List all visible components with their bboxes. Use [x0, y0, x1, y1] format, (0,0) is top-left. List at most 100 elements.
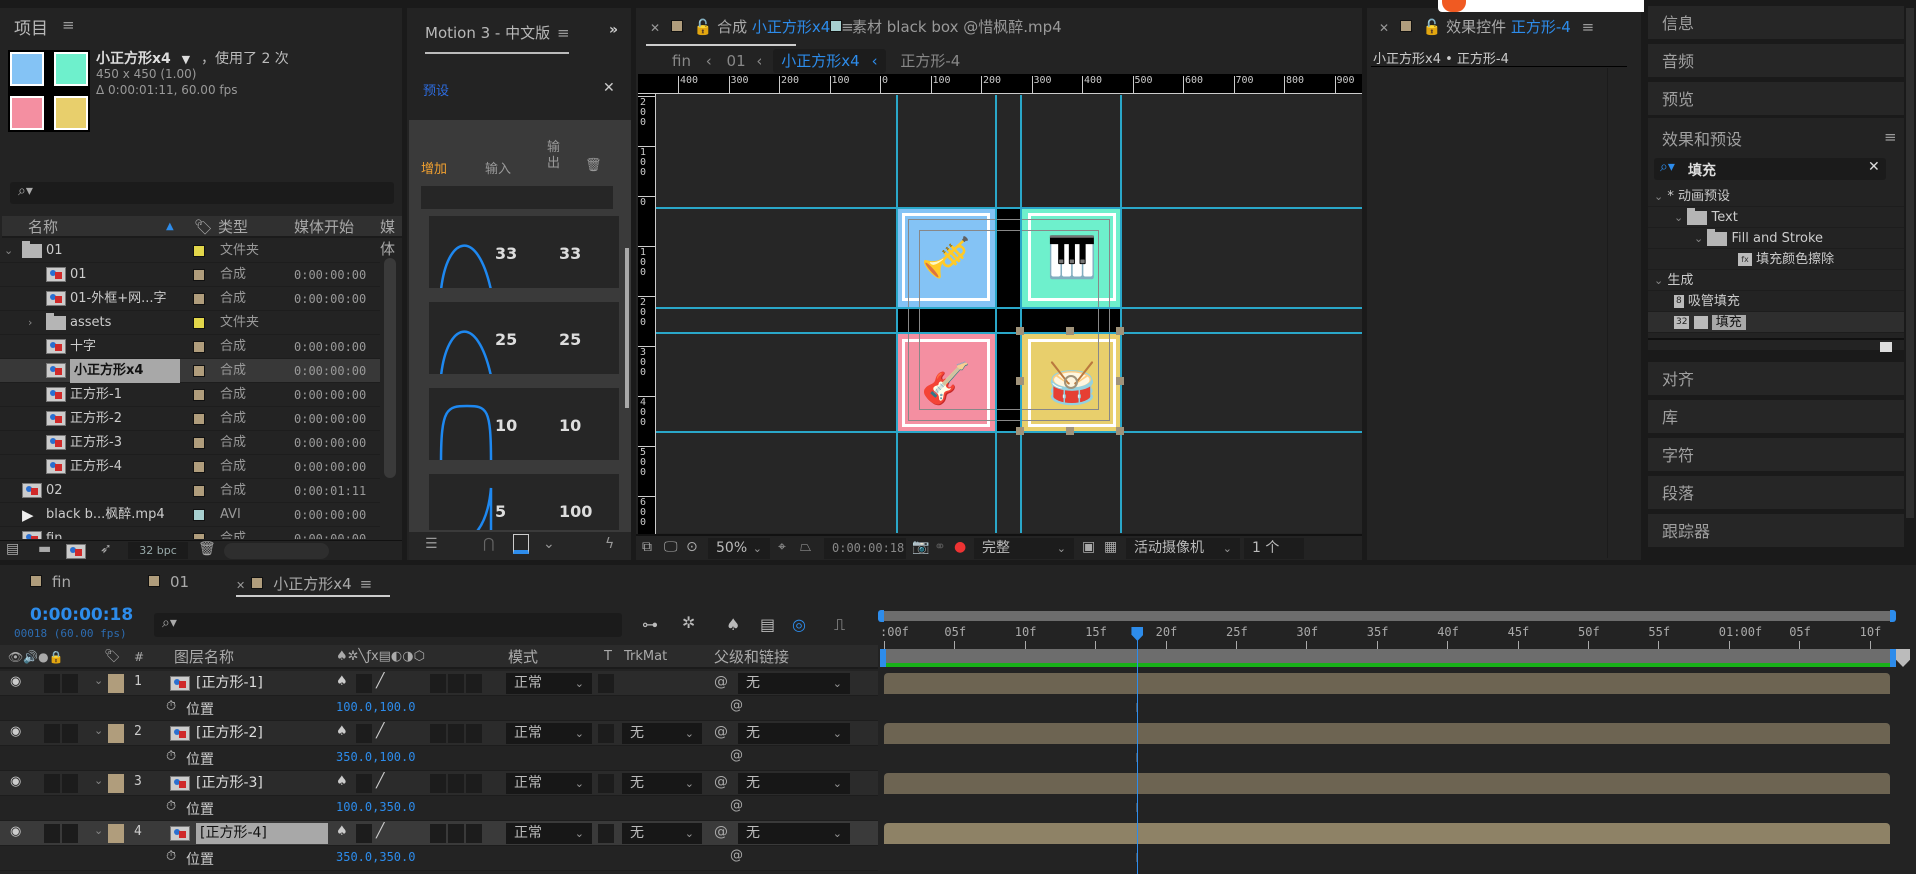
panel-character[interactable]: 字符	[1648, 438, 1904, 474]
quality-switch-icon[interactable]: ╱	[376, 673, 384, 689]
close-tab-icon[interactable]: ✕	[236, 579, 245, 592]
label-tag-icon[interactable]: 🏷	[194, 216, 213, 238]
preset-card-partial[interactable]	[421, 186, 613, 209]
collapse-switch[interactable]	[356, 674, 372, 693]
new-folder-icon[interactable]: ▬	[38, 541, 51, 557]
add-preset-button[interactable]: 增加	[421, 158, 447, 177]
preset-card[interactable]: 10 10	[429, 388, 619, 460]
parent-dropdown[interactable]: 无 ⌄	[738, 673, 850, 694]
label-color-swatch[interactable]	[193, 389, 205, 401]
layer-label-color[interactable]	[108, 674, 124, 693]
project-item[interactable]: 正方形-2 合成 0:00:00:00	[0, 407, 380, 431]
pick-whip-icon[interactable]: @	[714, 674, 728, 690]
visibility-eye-icon[interactable]: ◉	[10, 774, 21, 789]
anchor-point-icon[interactable]	[1064, 375, 1078, 389]
guide-h[interactable]	[656, 332, 1362, 334]
magnification-dropdown[interactable]: 50% ⌄	[708, 538, 770, 559]
panel-overflow-icon[interactable]: »	[609, 22, 618, 38]
quality-switch-icon[interactable]: ╱	[376, 823, 384, 839]
transform-handle[interactable]	[1066, 327, 1074, 335]
guide-h[interactable]	[656, 307, 1362, 309]
project-item[interactable]: ▶ black b...枫醉.mp4 AVI 0:00:00:00	[0, 503, 380, 527]
project-item[interactable]: › assets 文件夹	[0, 311, 380, 335]
3d-switch[interactable]	[466, 674, 482, 693]
lightning-icon[interactable]: ϟ	[605, 536, 614, 552]
label-color-swatch[interactable]	[193, 485, 205, 497]
3d-switch[interactable]	[466, 824, 482, 843]
project-hscrollbar[interactable]	[224, 543, 329, 559]
adjustment-switch[interactable]	[448, 724, 464, 743]
project-search-input[interactable]: ⌕▾	[10, 182, 394, 204]
visibility-eye-icon[interactable]: ◉	[10, 674, 21, 689]
pick-whip-icon[interactable]: @	[714, 724, 728, 740]
trkmat-dropdown[interactable]: 无 ⌄	[622, 823, 702, 844]
preset-card[interactable]: 25 25	[429, 302, 619, 374]
snapshot-icon[interactable]: 📷	[912, 539, 929, 555]
collapse-switch[interactable]	[356, 724, 372, 743]
comp-flowchart-icon[interactable]: ⊶	[642, 615, 658, 634]
property-row[interactable]: ⏱ 位置 350.0,100.0 @	[0, 746, 878, 771]
close-presets-icon[interactable]: ✕	[603, 80, 615, 96]
visibility-eye-icon[interactable]: ◉	[10, 724, 21, 739]
solo-toggle[interactable]	[62, 824, 78, 843]
menu-lines-icon[interactable]: ☰	[425, 536, 438, 552]
project-item[interactable]: 正方形-1 合成 0:00:00:00	[0, 383, 380, 407]
transform-handle[interactable]	[1116, 427, 1124, 435]
new-composition-icon[interactable]	[66, 543, 86, 559]
layer-row[interactable]: ◉ ⌄ 3 [正方形-3] ♠ ╱ 正常 ⌄ 无 ⌄ @ 无 ⌄	[0, 771, 878, 796]
column-type[interactable]: 类型	[218, 216, 248, 238]
always-preview-icon[interactable]: ⧉	[642, 539, 652, 555]
playhead[interactable]	[1137, 627, 1139, 874]
layer-expand-icon[interactable]: ⌄	[94, 674, 103, 687]
3d-switch[interactable]	[466, 774, 482, 793]
footage-tab[interactable]: 素材 black box @惜枫醉.mp4	[830, 16, 1062, 37]
project-item[interactable]: ⌄ 01 文件夹	[0, 239, 380, 263]
project-item[interactable]: 正方形-4 合成 0:00:00:00	[0, 455, 380, 479]
layer-name[interactable]: [正方形-3]	[196, 773, 263, 794]
project-item[interactable]: 01-外框+网...字 合成 0:00:00:00	[0, 287, 380, 311]
trkmat-dropdown[interactable]: 无 ⌄	[622, 723, 702, 744]
panel-audio[interactable]: 音频	[1648, 44, 1904, 80]
effects-search-input[interactable]: ⌕▾ 填充 ✕	[1654, 158, 1886, 180]
motion-blur-switch[interactable]	[430, 824, 446, 843]
preset-card[interactable]: 5 100	[429, 474, 619, 530]
transform-handle[interactable]	[1116, 377, 1124, 385]
composition-tab[interactable]: ✕ 🔓 合成 小正方形x4 ≡	[650, 16, 854, 37]
layer-row[interactable]: ◉ ⌄ 2 [正方形-2] ♠ ╱ 正常 ⌄ 无 ⌄ @ 无 ⌄	[0, 721, 878, 746]
work-area-bar[interactable]	[878, 610, 1896, 622]
layer-label-color[interactable]	[108, 724, 124, 743]
effect-menu-icon[interactable]: ≡	[1582, 18, 1595, 36]
sort-ascending-icon[interactable]: ▲	[166, 216, 174, 238]
expression-pick-whip-icon[interactable]: @	[730, 698, 743, 713]
frame-blending-icon[interactable]: ▤	[760, 615, 775, 634]
column-media[interactable]: 媒体	[380, 216, 402, 260]
expand-open-icon[interactable]: ⌄	[1654, 274, 1663, 287]
mask-visibility-icon[interactable]: ⊙	[686, 539, 698, 555]
layer-row[interactable]: ◉ ⌄ 4 [正方形-4] ♠ ╱ 正常 ⌄ 无 ⌄ @ 无 ⌄	[0, 821, 878, 846]
label-color-swatch[interactable]	[193, 509, 205, 521]
timeline-tab[interactable]: ✕ 小正方形x4 ≡	[236, 573, 372, 594]
project-scrollbar[interactable]	[384, 258, 396, 478]
shy-switch-icon[interactable]: ♠	[336, 824, 348, 839]
stopwatch-icon[interactable]: ⏱	[166, 799, 176, 814]
channel-icon[interactable]: ●	[954, 539, 966, 555]
quality-switch-icon[interactable]: ╱	[376, 723, 384, 739]
layer-name[interactable]: [正方形-4]	[196, 823, 328, 844]
project-menu-icon[interactable]: ≡	[62, 16, 75, 34]
presets-scrollbar[interactable]	[625, 248, 629, 408]
blend-mode-dropdown[interactable]: 正常 ⌄	[506, 823, 592, 844]
stopwatch-icon[interactable]: ⏱	[166, 749, 176, 764]
layer-name[interactable]: [正方形-2]	[196, 723, 263, 744]
guide-v[interactable]	[995, 95, 997, 533]
expand-open-icon[interactable]: ⌄	[1654, 190, 1663, 203]
panel-libraries[interactable]: 库	[1648, 400, 1904, 436]
expression-pick-whip-icon[interactable]: @	[730, 748, 743, 763]
parent-dropdown[interactable]: 无 ⌄	[738, 823, 850, 844]
interpret-footage-icon[interactable]: ▤	[6, 541, 19, 557]
property-row[interactable]: ⏱ 位置 100.0,100.0 @	[0, 696, 878, 721]
expand-closed-icon[interactable]: ›	[28, 311, 32, 335]
timeline-end-marker[interactable]	[1896, 649, 1910, 667]
layer-name[interactable]: [正方形-1]	[196, 673, 263, 694]
column-media-start[interactable]: 媒体开始	[294, 216, 354, 238]
project-item[interactable]: 正方形-3 合成 0:00:00:00	[0, 431, 380, 455]
